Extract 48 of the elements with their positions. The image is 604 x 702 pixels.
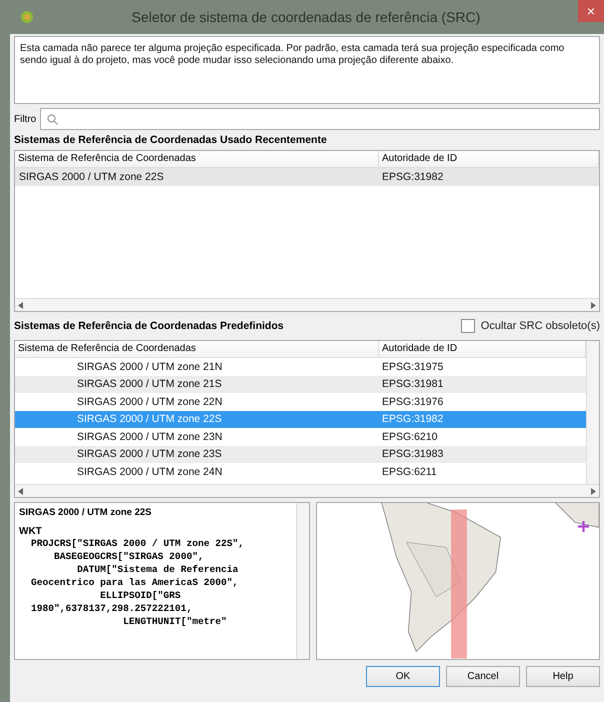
left-arrow-icon[interactable] [18, 488, 23, 494]
table-row[interactable]: SIRGAS 2000 / UTM zone 23S EPSG:31983 [15, 446, 586, 463]
column-header[interactable]: Sistema de Referência de Coordenadas [15, 151, 379, 167]
search-icon [47, 114, 58, 124]
table-cell-text: EPSG:31982 [381, 170, 444, 183]
wkt-text: PROJCRS["SIRGAS 2000 / UTM zone 22S", BASEGEOGCRS["SIRGAS 2000", DATUM["Sistema de Referencia Geocentrico para las AmericaS 2000", ELLIPSOID["GRS 1980",6378137,298.257222101, LENGTHUNIT["metre" [30, 537, 246, 628]
table-cell-text: SIRGAS 2000 / UTM zone 23S [76, 448, 223, 460]
window-title: Seletor de sistema de coordenadas de referência (SRC) [130, 9, 482, 25]
horizontal-scrollbar[interactable] [15, 298, 599, 311]
table-cell-text: EPSG:6210 [381, 430, 438, 443]
section-heading: Sistemas de Referência de Coordenadas Usado Recentemente [14, 134, 328, 146]
table-row[interactable]: SIRGAS 2000 / UTM zone 21S EPSG:31981 [15, 376, 586, 393]
checkbox-label: Ocultar SRC obsoleto(s) [480, 320, 600, 332]
checkbox[interactable] [460, 319, 475, 333]
dialog-button[interactable]: OK [366, 666, 440, 687]
description-text: Esta camada não parece ter alguma projeção especificada. Por padrão, esta camada terá sua projeção especificada como sendo igual à do projeto, mas você pode mudar isso selecionando uma projeção diferente abaixo. [14, 36, 600, 104]
table-cell-text: EPSG:31982 [381, 413, 444, 426]
horizontal-scrollbar[interactable] [15, 484, 599, 497]
table-cell-text: SIRGAS 2000 / UTM zone 21S [76, 378, 223, 390]
section-heading: Sistemas de Referência de Coordenadas Predefinidos [14, 320, 284, 332]
table-cell-text: EPSG:6211 [381, 466, 438, 478]
table-cell-text: EPSG:31983 [381, 448, 444, 460]
vertical-scrollbar[interactable] [586, 341, 599, 484]
column-header[interactable]: Autoridade de ID [379, 151, 599, 167]
crs-name: SIRGAS 2000 / UTM zone 22S [19, 507, 153, 518]
dialog-button[interactable]: Help [526, 666, 600, 687]
filter-field[interactable] [40, 108, 600, 130]
table-cell-text: SIRGAS 2000 / UTM zone 23N [76, 430, 224, 443]
right-arrow-icon[interactable] [591, 488, 596, 494]
wkt-heading: WKT [19, 526, 43, 537]
table-cell-text: EPSG:31975 [381, 360, 444, 373]
vertical-scrollbar[interactable] [296, 503, 309, 659]
right-arrow-icon[interactable] [591, 302, 596, 308]
table-cell-text: SIRGAS 2000 / UTM zone 22S [76, 413, 223, 426]
filter-label: Filtro [14, 114, 36, 124]
dialog-button[interactable]: Cancel [446, 666, 520, 687]
table-cell-text: SIRGAS 2000 / UTM zone 22S [18, 170, 165, 183]
table-cell-text: EPSG:31981 [381, 378, 444, 390]
table-row[interactable]: SIRGAS 2000 / UTM zone 22S EPSG:31982 [15, 168, 599, 186]
plus-icon [578, 521, 589, 532]
table-cell-text: EPSG:31976 [381, 396, 444, 408]
close-button[interactable]: × [578, 0, 604, 22]
left-arrow-icon[interactable] [18, 302, 23, 308]
app-logo-icon [20, 10, 34, 24]
table-cell-text: SIRGAS 2000 / UTM zone 24N [76, 466, 224, 478]
table-cell-text: SIRGAS 2000 / UTM zone 21N [76, 360, 224, 373]
table-cell-text: SIRGAS 2000 / UTM zone 22N [76, 396, 224, 408]
column-header[interactable]: Sistema de Referência de Coordenadas [15, 341, 379, 357]
